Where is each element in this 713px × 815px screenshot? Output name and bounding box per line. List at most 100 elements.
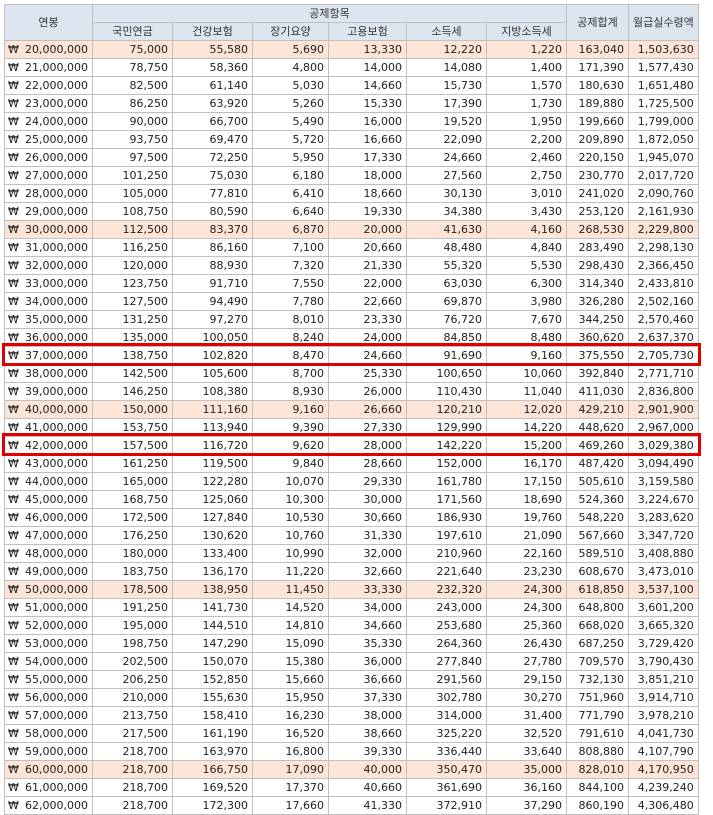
employment-cell[interactable]: 36,660 <box>328 670 407 689</box>
salary-cell[interactable]: ₩43,000,000 <box>4 454 93 473</box>
total-cell[interactable]: 548,220 <box>566 508 629 527</box>
longterm-cell[interactable]: 8,010 <box>252 310 329 329</box>
salary-cell[interactable]: ₩58,000,000 <box>4 724 93 743</box>
local-tax-cell[interactable]: 5,530 <box>486 256 567 275</box>
income-tax-cell[interactable]: 24,660 <box>406 148 487 167</box>
health-cell[interactable]: 169,520 <box>172 778 253 797</box>
pension-cell[interactable]: 120,000 <box>92 256 173 275</box>
income-tax-cell[interactable]: 152,000 <box>406 454 487 473</box>
longterm-cell[interactable]: 7,320 <box>252 256 329 275</box>
employment-cell[interactable]: 36,000 <box>328 652 407 671</box>
pension-cell[interactable]: 78,750 <box>92 58 173 77</box>
pension-cell[interactable]: 97,500 <box>92 148 173 167</box>
salary-cell[interactable]: ₩39,000,000 <box>4 382 93 401</box>
income-tax-cell[interactable]: 63,030 <box>406 274 487 293</box>
pension-cell[interactable]: 218,700 <box>92 760 173 779</box>
pension-cell[interactable]: 165,000 <box>92 472 173 491</box>
pension-cell[interactable]: 161,250 <box>92 454 173 473</box>
employment-cell[interactable]: 22,000 <box>328 274 407 293</box>
local-tax-cell[interactable]: 10,060 <box>486 364 567 383</box>
longterm-cell[interactable]: 7,100 <box>252 238 329 257</box>
net-cell[interactable]: 2,161,930 <box>628 202 699 221</box>
longterm-cell[interactable]: 5,260 <box>252 94 329 113</box>
local-tax-cell[interactable]: 1,570 <box>486 76 567 95</box>
health-cell[interactable]: 158,410 <box>172 706 253 725</box>
income-tax-cell[interactable]: 372,910 <box>406 796 487 815</box>
employment-cell[interactable]: 38,000 <box>328 706 407 725</box>
longterm-cell[interactable]: 4,800 <box>252 58 329 77</box>
income-tax-cell[interactable]: 302,780 <box>406 688 487 707</box>
pension-cell[interactable]: 135,000 <box>92 328 173 347</box>
net-cell[interactable]: 2,901,900 <box>628 400 699 419</box>
total-cell[interactable]: 771,790 <box>566 706 629 725</box>
income-tax-cell[interactable]: 277,840 <box>406 652 487 671</box>
health-cell[interactable]: 88,930 <box>172 256 253 275</box>
income-tax-cell[interactable]: 221,640 <box>406 562 487 581</box>
health-cell[interactable]: 91,710 <box>172 274 253 293</box>
health-cell[interactable]: 130,620 <box>172 526 253 545</box>
income-tax-cell[interactable]: 17,390 <box>406 94 487 113</box>
salary-cell[interactable]: ₩48,000,000 <box>4 544 93 563</box>
employment-cell[interactable]: 39,330 <box>328 742 407 761</box>
net-cell[interactable]: 3,094,490 <box>628 454 699 473</box>
local-tax-cell[interactable]: 24,300 <box>486 580 567 599</box>
total-cell[interactable]: 268,530 <box>566 220 629 239</box>
salary-cell[interactable]: ₩29,000,000 <box>4 202 93 221</box>
total-cell[interactable]: 524,360 <box>566 490 629 509</box>
local-tax-cell[interactable]: 26,430 <box>486 634 567 653</box>
local-tax-cell[interactable]: 3,430 <box>486 202 567 221</box>
salary-cell[interactable]: ₩31,000,000 <box>4 238 93 257</box>
salary-cell[interactable]: ₩25,000,000 <box>4 130 93 149</box>
pension-cell[interactable]: 123,750 <box>92 274 173 293</box>
income-tax-cell[interactable]: 30,130 <box>406 184 487 203</box>
employment-cell[interactable]: 28,000 <box>328 436 407 455</box>
longterm-cell[interactable]: 16,520 <box>252 724 329 743</box>
local-tax-cell[interactable]: 32,520 <box>486 724 567 743</box>
local-tax-cell[interactable]: 16,170 <box>486 454 567 473</box>
employment-cell[interactable]: 16,660 <box>328 130 407 149</box>
net-cell[interactable]: 3,537,100 <box>628 580 699 599</box>
local-tax-cell[interactable]: 1,950 <box>486 112 567 131</box>
health-cell[interactable]: 127,840 <box>172 508 253 527</box>
total-cell[interactable]: 189,880 <box>566 94 629 113</box>
net-cell[interactable]: 1,872,050 <box>628 130 699 149</box>
income-tax-cell[interactable]: 12,220 <box>406 40 487 59</box>
longterm-cell[interactable]: 5,690 <box>252 40 329 59</box>
health-cell[interactable]: 125,060 <box>172 490 253 509</box>
pension-cell[interactable]: 218,700 <box>92 778 173 797</box>
employment-cell[interactable]: 35,330 <box>328 634 407 653</box>
employment-cell[interactable]: 38,660 <box>328 724 407 743</box>
income-tax-cell[interactable]: 171,560 <box>406 490 487 509</box>
total-cell[interactable]: 326,280 <box>566 292 629 311</box>
pension-cell[interactable]: 157,500 <box>92 436 173 455</box>
total-cell[interactable]: 344,250 <box>566 310 629 329</box>
salary-cell[interactable]: ₩62,000,000 <box>4 796 93 815</box>
local-tax-cell[interactable]: 14,220 <box>486 418 567 437</box>
salary-cell[interactable]: ₩51,000,000 <box>4 598 93 617</box>
income-tax-cell[interactable]: 84,850 <box>406 328 487 347</box>
health-cell[interactable]: 94,490 <box>172 292 253 311</box>
longterm-cell[interactable]: 11,220 <box>252 562 329 581</box>
salary-cell[interactable]: ₩59,000,000 <box>4 742 93 761</box>
health-cell[interactable]: 102,820 <box>172 346 253 365</box>
pension-cell[interactable]: 217,500 <box>92 724 173 743</box>
net-cell[interactable]: 2,502,160 <box>628 292 699 311</box>
employment-cell[interactable]: 32,000 <box>328 544 407 563</box>
longterm-cell[interactable]: 6,180 <box>252 166 329 185</box>
longterm-cell[interactable]: 10,990 <box>252 544 329 563</box>
total-cell[interactable]: 230,770 <box>566 166 629 185</box>
salary-cell[interactable]: ₩27,000,000 <box>4 166 93 185</box>
salary-cell[interactable]: ₩23,000,000 <box>4 94 93 113</box>
local-tax-cell[interactable]: 36,160 <box>486 778 567 797</box>
health-cell[interactable]: 83,370 <box>172 220 253 239</box>
local-tax-cell[interactable]: 9,160 <box>486 346 567 365</box>
employment-cell[interactable]: 18,000 <box>328 166 407 185</box>
pension-cell[interactable]: 150,000 <box>92 400 173 419</box>
longterm-cell[interactable]: 15,380 <box>252 652 329 671</box>
health-cell[interactable]: 152,850 <box>172 670 253 689</box>
net-cell[interactable]: 2,771,710 <box>628 364 699 383</box>
local-tax-cell[interactable]: 30,270 <box>486 688 567 707</box>
pension-cell[interactable]: 195,000 <box>92 616 173 635</box>
pension-cell[interactable]: 183,750 <box>92 562 173 581</box>
health-cell[interactable]: 144,510 <box>172 616 253 635</box>
